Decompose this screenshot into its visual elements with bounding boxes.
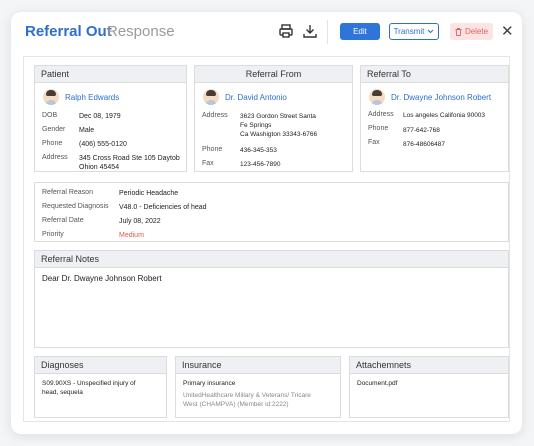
transmit-label: Transmit — [393, 27, 425, 36]
from-phone-label: Phone — [202, 146, 223, 153]
address-line-2: Ohion 45454 — [79, 164, 120, 171]
referral-reason-label: Referral Reason — [42, 189, 93, 196]
delete-button[interactable]: Delete — [450, 23, 493, 40]
referral-modal: Referral Out Response Edit Transmit Dele… — [11, 12, 522, 434]
requested-diagnosis-label: Requested Diagnosis — [42, 203, 109, 210]
referral-from-card: Referral From Dr. David Antonio Address … — [194, 65, 353, 172]
address-label: Address — [42, 154, 68, 161]
from-address-line-3: Ca Washigton 33343-6766 — [240, 131, 318, 138]
chevron-down-icon — [428, 29, 434, 34]
referral-body: Patient Ralph Edwards DOB Dec 08, 1979 G… — [23, 56, 510, 422]
insurance-line-2: West (CHAMPVA) (Member id:2222) — [183, 401, 289, 408]
to-address-value: Los angeles Califonia 90003 — [403, 112, 486, 119]
header-divider — [327, 20, 328, 44]
avatar — [43, 89, 59, 105]
patient-title: Patient — [35, 66, 186, 83]
download-icon[interactable] — [302, 23, 318, 39]
referral-from-title: Referral From — [195, 66, 352, 83]
priority-label: Priority — [42, 231, 64, 238]
to-phone-value: 877-642-768 — [403, 127, 440, 134]
diagnoses-card: Diagnoses S09.90XS - Unspecified injury … — [34, 356, 167, 418]
from-address-line-1: 3623 Gordon Street Santa — [240, 113, 316, 120]
address-line-1: 345 Cross Road Ste 105 Daytob — [79, 155, 180, 162]
insurance-type: Primary insurance — [183, 380, 236, 387]
attachments-title: Attachemnets — [350, 357, 508, 374]
referral-date-label: Referral Date — [42, 217, 84, 224]
insurance-title: Insurance — [176, 357, 340, 374]
tab-response[interactable]: Response — [107, 23, 175, 40]
referral-date-value: July 08, 2022 — [119, 218, 161, 225]
insurance-line-1: UnitedHealthcare Millary & Veterans/ Tri… — [183, 392, 311, 399]
referral-details-card: Referral Reason Periodic Headache Reques… — [34, 182, 509, 242]
from-address-line-2: Fe Springs — [240, 122, 272, 129]
insurance-card: Insurance Primary insurance UnitedHealth… — [175, 356, 341, 418]
diagnosis-line-2: head, sequela — [42, 389, 83, 396]
dob-label: DOB — [42, 112, 58, 119]
attachment-file[interactable]: Document.pdf — [357, 379, 397, 388]
edit-label: Edit — [353, 27, 367, 36]
diagnosis-line-1: S09.90XS - Unspecified injury of — [42, 380, 136, 387]
to-address-label: Address — [368, 111, 394, 118]
attachments-card: Attachemnets Document.pdf — [349, 356, 509, 418]
to-fax-value: 876-48606487 — [403, 141, 445, 148]
phone-label: Phone — [42, 140, 63, 147]
modal-header: Referral Out Response Edit Transmit Dele… — [11, 12, 522, 52]
from-phone-value: 436-345-353 — [240, 147, 277, 154]
close-icon[interactable]: ✕ — [501, 22, 514, 40]
from-address-label: Address — [202, 112, 228, 119]
referral-reason-value: Periodic Headache — [119, 190, 179, 197]
edit-button[interactable]: Edit — [340, 23, 380, 40]
avatar — [203, 89, 219, 105]
referral-to-title: Referral To — [361, 66, 508, 83]
printer-icon[interactable] — [278, 23, 294, 39]
to-phone-label: Phone — [368, 125, 389, 132]
priority-value: Medium — [119, 232, 144, 239]
delete-label: Delete — [464, 27, 489, 36]
dob-value: Dec 08, 1979 — [79, 113, 121, 120]
from-fax-label: Fax — [202, 160, 214, 167]
requested-diagnosis-value: V48.0 - Deficiencies of head — [119, 204, 207, 211]
from-fax-value: 123-456-7890 — [240, 161, 281, 168]
to-fax-label: Fax — [368, 139, 380, 146]
referral-to-name[interactable]: Dr. Dwayne Johnson Robert — [391, 93, 491, 102]
gender-label: Gender — [42, 126, 66, 133]
transmit-button[interactable]: Transmit — [389, 23, 439, 40]
referral-notes-title: Referral Notes — [35, 251, 508, 268]
referral-notes-text[interactable]: Dear Dr. Dwayne Johnson Robert — [42, 274, 162, 283]
patient-name[interactable]: Ralph Edwards — [65, 93, 119, 102]
diagnoses-title: Diagnoses — [35, 357, 166, 374]
referral-to-card: Referral To Dr. Dwayne Johnson Robert Ad… — [360, 65, 509, 172]
referral-from-name[interactable]: Dr. David Antonio — [225, 93, 287, 102]
phone-value: (406) 555-0120 — [79, 141, 127, 148]
gender-value: Male — [79, 127, 95, 134]
avatar — [369, 89, 385, 105]
referral-notes-card: Referral Notes Dear Dr. Dwayne Johnson R… — [34, 250, 509, 348]
tab-referral-out[interactable]: Referral Out — [25, 23, 112, 40]
patient-card: Patient Ralph Edwards DOB Dec 08, 1979 G… — [34, 65, 187, 172]
trash-icon — [455, 27, 462, 36]
